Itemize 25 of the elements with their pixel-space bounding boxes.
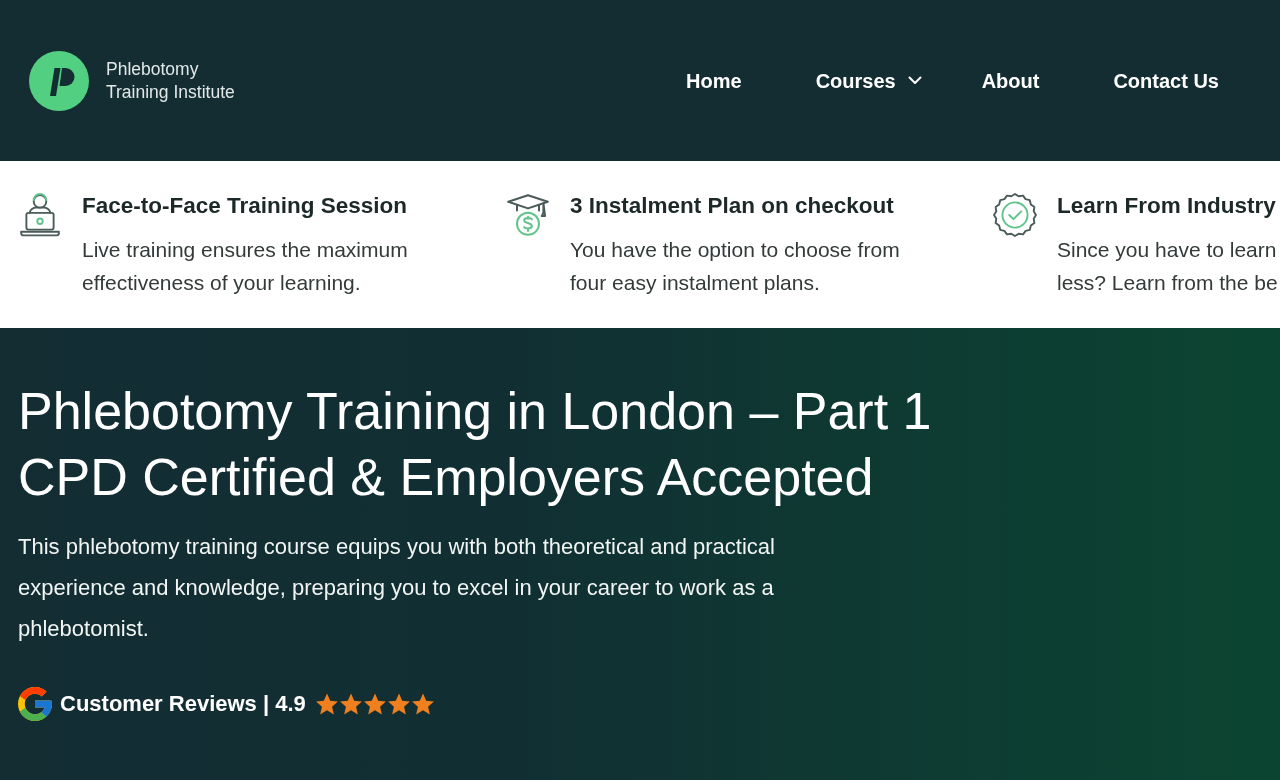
nav-link[interactable]: Contact Us (1076, 66, 1256, 95)
star-icon (363, 693, 386, 715)
logo-icon (29, 50, 89, 111)
hero-title: Phlebotomy Training in London – Part 1 CPD Certified & Employers Accepted (18, 381, 933, 508)
star-icon (411, 693, 434, 715)
nav-link[interactable]: Home (649, 66, 779, 95)
person-at-laptop-icon (18, 193, 62, 237)
feature-description: Live training ensures the maximum effectiveness of your learning. (82, 237, 408, 296)
star-icon (315, 693, 338, 715)
graduation-cap-coin-icon (506, 193, 550, 237)
nav-link[interactable]: About (944, 66, 1077, 95)
feature-title: Learn From Industry (1057, 192, 1277, 220)
feature-description: You have the option to choose from four easy instalment plans. (570, 237, 900, 296)
nav-dropdown[interactable]: Courses (778, 66, 945, 95)
chevron-down-icon (907, 76, 922, 85)
hero-description: This phlebotomy training course equips you with both theoretical and practical experience and knowledge, preparing you to excel in your career to work as a phlebotomist. (18, 533, 776, 643)
logo-text: Phlebotomy Training Institute (106, 57, 235, 104)
check-badge-icon (993, 193, 1037, 237)
feature-title: Face-to-Face Training Session (82, 192, 408, 220)
star-icon (387, 693, 410, 715)
feature-description: Since you have to learn less? Learn from the be (1057, 237, 1278, 296)
star-icon (339, 693, 362, 715)
google-logo-icon (18, 687, 52, 721)
feature-title: 3 Instalment Plan on checkout (570, 192, 895, 220)
reviews-label: Customer Reviews | 4.9 (60, 691, 306, 717)
